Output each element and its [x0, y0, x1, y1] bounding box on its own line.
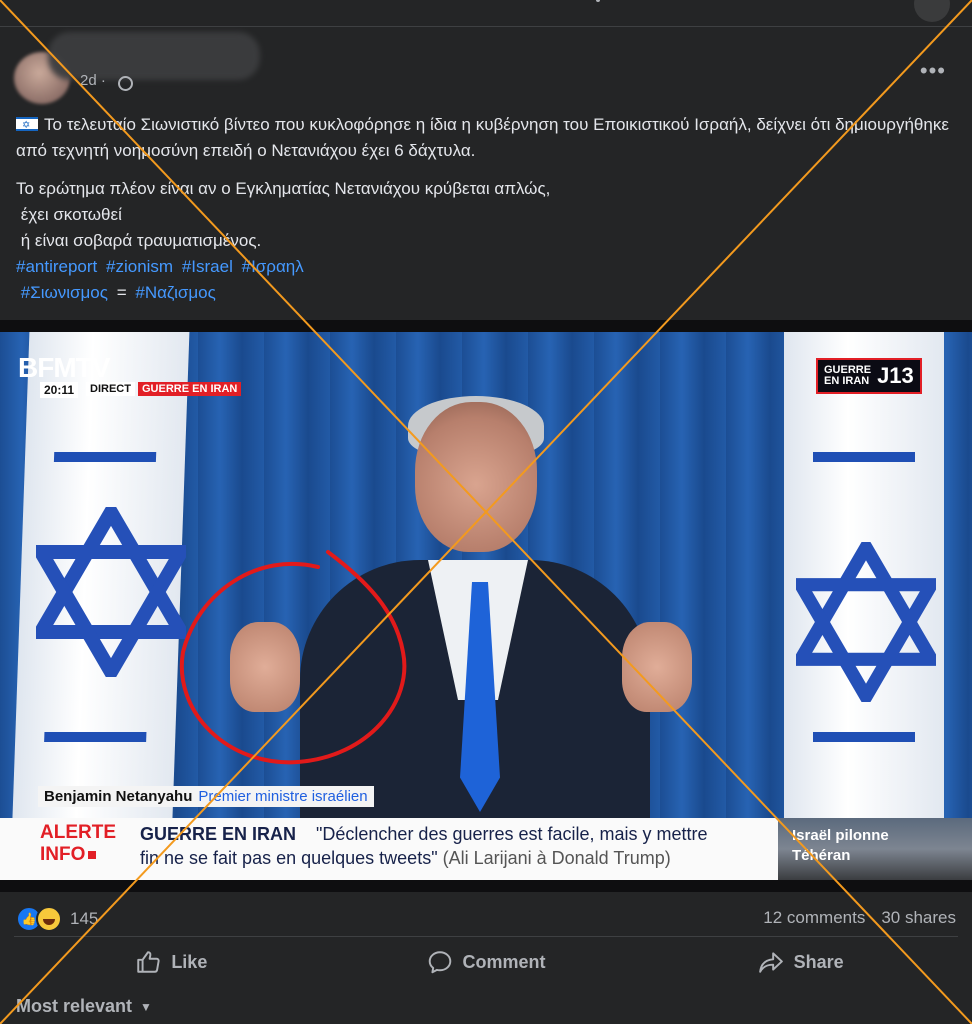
- alerte-text: ALERTE: [40, 822, 116, 843]
- hashtag-link[interactable]: #Σιωνισμος: [21, 283, 108, 302]
- info-row: INFO: [40, 844, 116, 866]
- post-timestamp[interactable]: 2d ·: [80, 72, 106, 89]
- quote-source: (Ali Larijani à Donald Trump): [442, 848, 671, 868]
- globe-icon: [118, 76, 133, 91]
- broadcast-clock: 20:11: [40, 382, 79, 398]
- reactions-summary[interactable]: 👍 145: [16, 906, 98, 932]
- post-body: Το τελευταίο Σιωνιστικό βίντεο που κυκλο…: [16, 112, 961, 306]
- sort-label: Most relevant: [16, 996, 133, 1016]
- name-strap: Benjamin Netanyahu Premier ministre isra…: [38, 786, 374, 807]
- day-badge-number: J13: [877, 363, 914, 388]
- post-line-2-text: έχει σκοτωθεί: [20, 205, 122, 224]
- bfmtv-logo: BFMTV: [18, 352, 110, 383]
- chevron-down-icon: ▼: [140, 999, 152, 1014]
- quote-line-2-text: fin ne se fait pas en quelques tweets": [140, 848, 438, 868]
- top-dot: [596, 0, 600, 2]
- share-button[interactable]: Share: [643, 937, 958, 987]
- equals-sign: =: [116, 283, 127, 302]
- like-button[interactable]: Like: [14, 937, 329, 987]
- ticker-quote-line-1: "Déclencher des guerres est facile, mais…: [316, 824, 708, 844]
- hashtag-link[interactable]: #Ισραηλ: [242, 257, 304, 276]
- info-text: INFO: [40, 844, 86, 865]
- side-news-text: Israël pilonne Téhéran: [792, 827, 889, 864]
- like-label: Like: [171, 951, 208, 972]
- sort-comments-dropdown[interactable]: Most relevant ▼: [16, 996, 152, 1017]
- hashtag-row-1: #antireport #zionism #Israel #Ισραηλ: [16, 254, 961, 280]
- hashtag-row-2: #Σιωνισμος = #Ναζισμος: [16, 280, 961, 306]
- haha-reaction-icon: [36, 906, 62, 932]
- comment-button[interactable]: Comment: [329, 937, 644, 987]
- post-stats: 👍 145 12 comments 30 shares: [0, 900, 972, 936]
- side-news-tile: Israël pilonne Téhéran: [778, 818, 972, 880]
- top-bar: [0, 0, 972, 27]
- speaker-head: [415, 402, 537, 552]
- post-line-3: ή είναι σοβαρά τραυματισμένος.: [16, 228, 961, 254]
- hashtag-link[interactable]: #Israel: [182, 257, 233, 276]
- hashtag-link[interactable]: #zionism: [106, 257, 173, 276]
- day-badge: GUERRE EN IRAN J13: [816, 358, 922, 394]
- post-line-3-text: ή είναι σοβαρά τραυματισμένος.: [20, 231, 262, 250]
- day-badge-text: GUERRE EN IRAN: [824, 364, 872, 387]
- action-bar: Like Comment Share: [14, 936, 958, 987]
- post-video[interactable]: BFMTV 20:11 DIRECT GUERRE EN IRAN GUERRE…: [0, 320, 972, 892]
- share-icon: [758, 952, 783, 973]
- comment-icon: [428, 951, 451, 974]
- guerre-tag: GUERRE EN IRAN: [138, 382, 242, 396]
- thumbs-up-icon: [137, 951, 160, 973]
- red-circle-annotation: [179, 550, 407, 765]
- post-header: 2d · •••: [14, 32, 954, 104]
- hashtag-link[interactable]: #Ναζισμος: [135, 283, 215, 302]
- star-of-david-right: [796, 542, 936, 702]
- direct-label: DIRECT: [86, 382, 135, 396]
- hashtag-link[interactable]: #antireport: [16, 257, 97, 276]
- video-frame[interactable]: BFMTV 20:11 DIRECT GUERRE EN IRAN GUERRE…: [0, 332, 972, 880]
- post-line-2: έχει σκοτωθεί: [16, 202, 961, 228]
- ticker-headline: GUERRE EN IRAN: [140, 824, 297, 844]
- israel-flag-icon: [16, 113, 38, 139]
- comments-count[interactable]: 12 comments: [763, 908, 865, 928]
- shares-count[interactable]: 30 shares: [881, 908, 956, 928]
- alerte-info-label: ALERTE INFO: [40, 822, 116, 866]
- comment-label: Comment: [462, 951, 546, 972]
- post-line-1: Το ερώτημα πλέον είναι αν ο Εγκληματίας …: [16, 179, 551, 198]
- speaker-name: Benjamin Netanyahu: [44, 788, 193, 805]
- more-options-button[interactable]: •••: [920, 58, 946, 84]
- ticker-quote-line-2: fin ne se fait pas en quelques tweets" (…: [140, 848, 671, 869]
- speaker-role: Premier ministre israélien: [198, 788, 368, 805]
- reaction-count[interactable]: 145: [70, 909, 98, 929]
- post-text-1: Το τελευταίο Σιωνιστικό βίντεο που κυκλο…: [16, 115, 949, 160]
- news-ticker: ALERTE INFO GUERRE EN IRAN "Déclencher d…: [0, 818, 778, 880]
- top-avatar-icon[interactable]: [914, 0, 950, 22]
- share-label: Share: [793, 951, 844, 972]
- post-paragraph-1: Το τελευταίο Σιωνιστικό βίντεο που κυκλο…: [16, 112, 961, 164]
- comments-shares: 12 comments 30 shares: [763, 908, 956, 928]
- star-of-david-left: [36, 507, 186, 677]
- speaker-hand-right: [622, 622, 692, 712]
